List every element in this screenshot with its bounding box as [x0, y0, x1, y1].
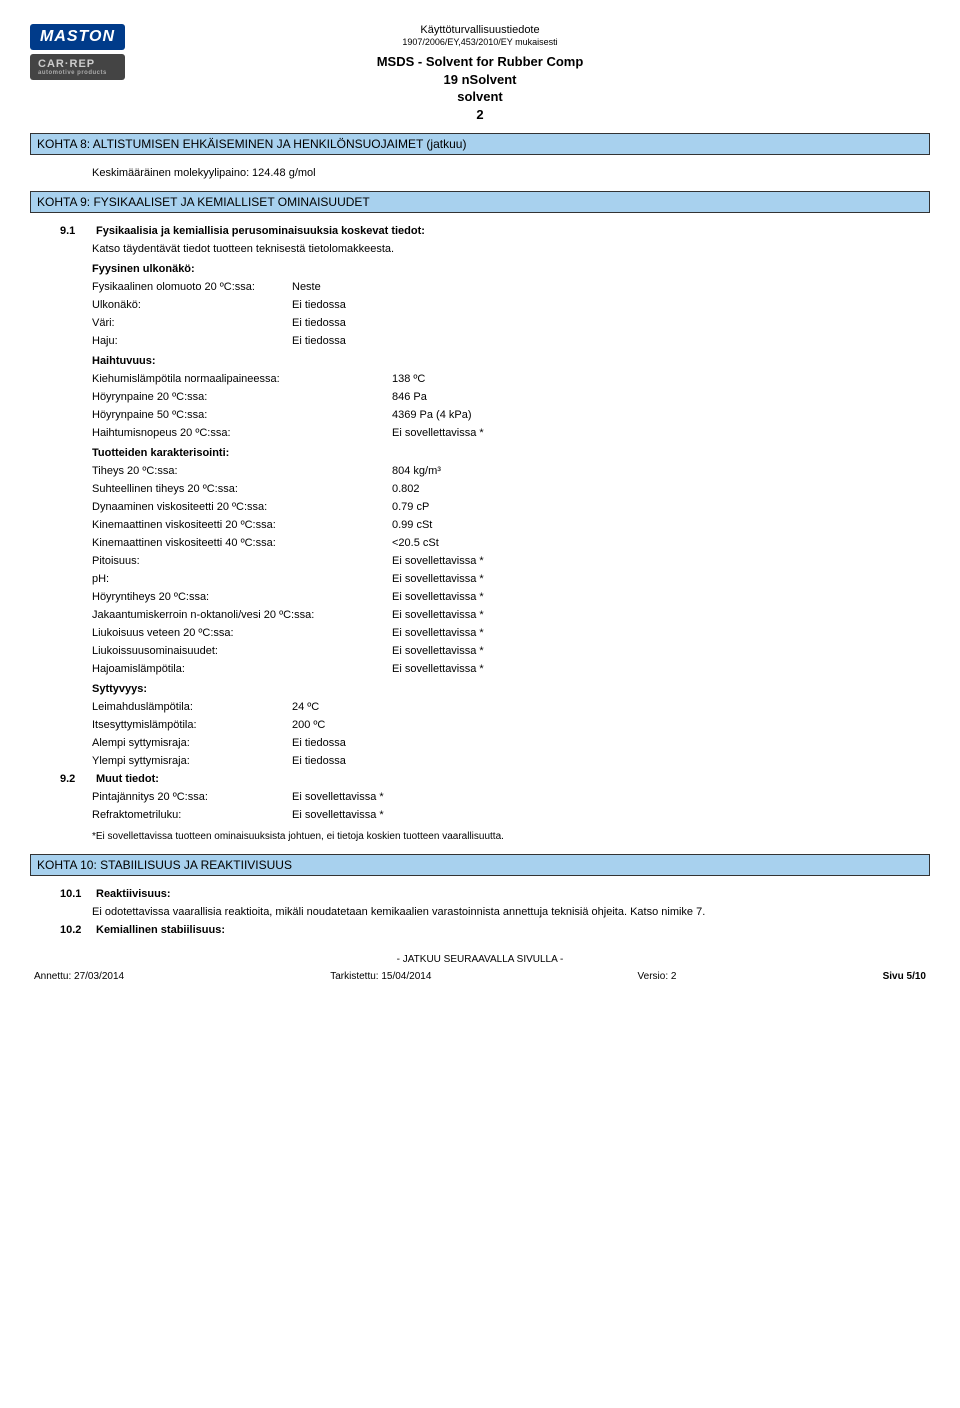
- evap-rate-label: Haihtumisnopeus 20 ºC:ssa:: [92, 427, 392, 439]
- logo-carrep-text: CAR·REP: [38, 58, 95, 70]
- mw-label: Keskimääräinen molekyylipaino:: [92, 167, 252, 179]
- phys-state-value: Neste: [292, 281, 321, 293]
- footer-page: Sivu 5/10: [883, 971, 926, 982]
- flash-point-value: 24 ºC: [292, 701, 319, 713]
- lower-flam-limit-label: Alempi syttymisraja:: [92, 737, 292, 749]
- footer-version: Versio: 2: [638, 971, 677, 982]
- density-label: Tiheys 20 ºC:ssa:: [92, 465, 392, 477]
- logos: MASTON CAR·REP automotive products: [30, 24, 125, 80]
- decomp-temp-value: Ei sovellettavissa *: [392, 663, 484, 675]
- refractometer-label: Refraktometriluku:: [92, 809, 292, 821]
- boiling-point-label: Kiehumislämpötila normaalipaineessa:: [92, 373, 392, 385]
- flash-point-label: Leimahduslämpötila:: [92, 701, 292, 713]
- rel-density-value: 0.802: [392, 483, 420, 495]
- footer: Annettu: 27/03/2014 Tarkistettu: 15/04/2…: [30, 971, 930, 982]
- section-10-2-heading: Kemiallinen stabiilisuus:: [96, 924, 225, 936]
- autoignition-value: 200 ºC: [292, 719, 325, 731]
- ph-value: Ei sovellettavissa *: [392, 573, 484, 585]
- partition-coef-label: Jakaantumiskerroin n-oktanoli/vesi 20 ºC…: [92, 609, 392, 621]
- doc-title-line3: solvent: [30, 88, 930, 106]
- refractometer-value: Ei sovellettavissa *: [292, 809, 384, 821]
- section-8-title: KOHTA 8: ALTISTUMISEN EHKÄISEMINEN JA HE…: [30, 133, 930, 155]
- section-9-1-num: 9.1: [60, 225, 96, 237]
- decomp-temp-label: Hajoamislämpötila:: [92, 663, 392, 675]
- boiling-point-value: 138 ºC: [392, 373, 425, 385]
- ph-label: pH:: [92, 573, 392, 585]
- volatility-heading: Haihtuvuus:: [92, 355, 928, 367]
- concentration-value: Ei sovellettavissa *: [392, 555, 484, 567]
- footer-revised: Tarkistettu: 15/04/2014: [330, 971, 431, 982]
- vapor-density-label: Höyryntiheys 20 ºC:ssa:: [92, 591, 392, 603]
- appearance-heading: Fyysinen ulkonäkö:: [92, 263, 928, 275]
- logo-carrep: CAR·REP automotive products: [30, 54, 125, 80]
- odor-value: Ei tiedossa: [292, 335, 346, 347]
- odor-label: Haju:: [92, 335, 292, 347]
- water-solubility-label: Liukoisuus veteen 20 ºC:ssa:: [92, 627, 392, 639]
- upper-flam-limit-value: Ei tiedossa: [292, 755, 346, 767]
- doc-title-line2: 19 nSolvent: [30, 71, 930, 89]
- section-10-1-heading: Reaktiivisuus:: [96, 888, 171, 900]
- vapor-pressure-20-label: Höyrynpaine 20 ºC:ssa:: [92, 391, 392, 403]
- autoignition-label: Itsesyttymislämpötila:: [92, 719, 292, 731]
- color-label: Väri:: [92, 317, 292, 329]
- mw-value: 124.48 g/mol: [252, 167, 316, 179]
- lower-flam-limit-value: Ei tiedossa: [292, 737, 346, 749]
- color-value: Ei tiedossa: [292, 317, 346, 329]
- logo-carrep-sub: automotive products: [38, 70, 117, 76]
- density-value: 804 kg/m³: [392, 465, 441, 477]
- vapor-pressure-50-label: Höyrynpaine 50 ºC:ssa:: [92, 409, 392, 421]
- surface-tension-value: Ei sovellettavissa *: [292, 791, 384, 803]
- rel-density-label: Suhteellinen tiheys 20 ºC:ssa:: [92, 483, 392, 495]
- doc-regulation: 1907/2006/EY,453/2010/EY mukaisesti: [30, 37, 930, 47]
- evap-rate-value: Ei sovellettavissa *: [392, 427, 484, 439]
- upper-flam-limit-label: Ylempi syttymisraja:: [92, 755, 292, 767]
- logo-maston: MASTON: [30, 24, 125, 50]
- dyn-visc-label: Dynaaminen viskositeetti 20 ºC:ssa:: [92, 501, 392, 513]
- doc-title-line4: 2: [30, 106, 930, 124]
- section-10-1-text: Ei odotettavissa vaarallisia reaktioita,…: [92, 906, 928, 918]
- vapor-density-value: Ei sovellettavissa *: [392, 591, 484, 603]
- section-9-title: KOHTA 9: FYSIKAALISET JA KEMIALLISET OMI…: [30, 191, 930, 213]
- section-10-1-num: 10.1: [60, 888, 96, 900]
- solubility-props-value: Ei sovellettavissa *: [392, 645, 484, 657]
- surface-tension-label: Pintajännitys 20 ºC:ssa:: [92, 791, 292, 803]
- look-label: Ulkonäkö:: [92, 299, 292, 311]
- section-10-title: KOHTA 10: STABIILISUUS JA REAKTIIVISUUS: [30, 854, 930, 876]
- solubility-props-label: Liukoissuusominaisuudet:: [92, 645, 392, 657]
- vapor-pressure-50-value: 4369 Pa (4 kPa): [392, 409, 472, 421]
- doc-type: Käyttöturvallisuustiedote: [30, 24, 930, 36]
- doc-title-line1: MSDS - Solvent for Rubber Comp: [30, 53, 930, 71]
- kin-visc-40-label: Kinemaattinen viskositeetti 40 ºC:ssa:: [92, 537, 392, 549]
- section-10-2-num: 10.2: [60, 924, 96, 936]
- partition-coef-value: Ei sovellettavissa *: [392, 609, 484, 621]
- section-9-2-num: 9.2: [60, 773, 96, 785]
- applicability-note: *Ei sovellettavissa tuotteen ominaisuuks…: [92, 831, 928, 842]
- section-9-1-sub: Katso täydentävät tiedot tuotteen teknis…: [92, 243, 928, 255]
- section-9-1-heading: Fysikaalisia ja kemiallisia perusominais…: [96, 225, 425, 237]
- section-9-2-heading: Muut tiedot:: [96, 773, 159, 785]
- water-solubility-value: Ei sovellettavissa *: [392, 627, 484, 639]
- flammability-heading: Syttyvyys:: [92, 683, 928, 695]
- footer-issued: Annettu: 27/03/2014: [34, 971, 124, 982]
- continued-next-page: - JATKUU SEURAAVALLA SIVULLA -: [30, 954, 930, 965]
- kin-visc-20-label: Kinemaattinen viskositeetti 20 ºC:ssa:: [92, 519, 392, 531]
- document-header: MASTON CAR·REP automotive products Käytt…: [30, 24, 930, 123]
- look-value: Ei tiedossa: [292, 299, 346, 311]
- concentration-label: Pitoisuus:: [92, 555, 392, 567]
- kin-visc-40-value: <20.5 cSt: [392, 537, 439, 549]
- phys-state-label: Fysikaalinen olomuoto 20 ºC:ssa:: [92, 281, 292, 293]
- kin-visc-20-value: 0.99 cSt: [392, 519, 432, 531]
- vapor-pressure-20-value: 846 Pa: [392, 391, 427, 403]
- characterization-heading: Tuotteiden karakterisointi:: [92, 447, 928, 459]
- dyn-visc-value: 0.79 cP: [392, 501, 429, 513]
